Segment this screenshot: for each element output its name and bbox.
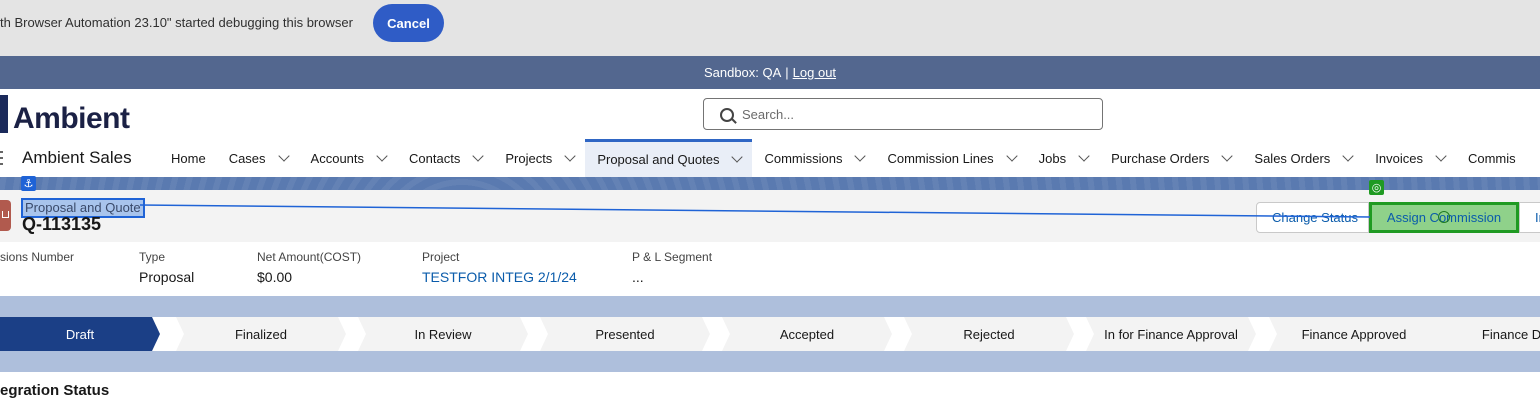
nav-item-label: Home bbox=[171, 150, 206, 166]
project-link[interactable]: TESTFOR INTEG 2/1/24 bbox=[422, 269, 577, 285]
nav-item-label: Sales Orders bbox=[1254, 150, 1331, 166]
nav-item-commission-lines[interactable]: Commission Lines bbox=[875, 139, 1026, 177]
quote-record-icon bbox=[0, 200, 11, 231]
field-label: P & L Segment bbox=[632, 250, 713, 264]
path-step-in-for-finance-approval[interactable]: In for Finance Approval bbox=[1086, 317, 1256, 351]
path-step-accepted[interactable]: Accepted bbox=[722, 317, 892, 351]
path-step-rejected[interactable]: Rejected bbox=[904, 317, 1074, 351]
nav-item-label: Commissions bbox=[764, 150, 843, 166]
app-name: Ambient Sales bbox=[22, 148, 132, 167]
nav-item-sales-orders[interactable]: Sales Orders bbox=[1242, 139, 1363, 177]
path-step-label: Finance Di bbox=[1481, 326, 1540, 342]
path-step-label: Presented bbox=[595, 326, 655, 342]
chevron-down-icon[interactable] bbox=[1342, 149, 1354, 162]
chevron-down-icon[interactable] bbox=[1078, 149, 1090, 162]
path-step-label: Accepted bbox=[779, 326, 835, 342]
nav-item-commis[interactable]: Commis bbox=[1456, 139, 1527, 177]
global-search-box[interactable]: Search... bbox=[703, 98, 1103, 130]
nav-item-label: Commission Lines bbox=[887, 150, 994, 166]
sandbox-bar: Sandbox: QA | Log out bbox=[0, 56, 1540, 89]
path-step-label: Finance Approved bbox=[1301, 326, 1407, 342]
nav-item-purchase-orders[interactable]: Purchase Orders bbox=[1099, 139, 1242, 177]
record-actions: Change Status Assign Commission Ir bbox=[1256, 202, 1540, 233]
nav-item-accounts[interactable]: Accounts bbox=[299, 139, 397, 177]
chevron-down-icon[interactable] bbox=[564, 149, 576, 162]
nav-item-label: Accounts bbox=[310, 150, 365, 166]
chevron-down-icon[interactable] bbox=[1435, 149, 1447, 162]
chevron-down-icon[interactable] bbox=[731, 151, 744, 163]
chevron-down-icon[interactable] bbox=[376, 149, 388, 162]
field-label: Project bbox=[422, 250, 460, 264]
chevron-down-icon[interactable] bbox=[277, 149, 290, 162]
path-step-label: Finalized bbox=[234, 326, 288, 342]
path-step-draft[interactable]: Draft bbox=[0, 317, 160, 351]
anchor-icon: ⚓ bbox=[21, 176, 36, 191]
nav-item-label: Invoices bbox=[1375, 150, 1423, 166]
search-icon bbox=[720, 108, 734, 122]
path-step-in-review[interactable]: In Review bbox=[358, 317, 528, 351]
highlight-field: P & L Segment... bbox=[632, 250, 712, 285]
nav-item-contacts[interactable]: Contacts bbox=[397, 139, 493, 177]
nav-item-projects[interactable]: Projects bbox=[493, 139, 585, 177]
chevron-down-icon[interactable] bbox=[1221, 149, 1234, 162]
nav-item-label: Projects bbox=[505, 150, 553, 166]
global-header: Ambient Search... Ambient Sales Home Case… bbox=[0, 89, 1540, 177]
logout-link[interactable]: Log out bbox=[793, 65, 836, 80]
path-step-label: In for Finance Approval bbox=[1104, 326, 1238, 342]
highlight-field: Net Amount(COST) $0.00 bbox=[257, 250, 361, 285]
path-step-finance-di[interactable]: Finance Di bbox=[1428, 317, 1540, 351]
status-path: Draft Finalized In Review Presented Accepted… bbox=[0, 317, 1540, 351]
nav-item-label: Contacts bbox=[409, 150, 461, 166]
record-highlights-panel: Proposal and Quote Q-113135 Change Statu… bbox=[0, 190, 1540, 296]
path-step-label: Rejected bbox=[963, 326, 1015, 342]
nav-item-label: Jobs bbox=[1038, 150, 1067, 166]
nav-item-proposal-and-quotes[interactable]: Proposal and Quotes bbox=[585, 139, 753, 177]
field-label: sions Number bbox=[0, 250, 75, 264]
logo-mark bbox=[0, 95, 8, 133]
path-step-presented[interactable]: Presented bbox=[540, 317, 710, 351]
path-step-finance-approved[interactable]: Finance Approved bbox=[1269, 317, 1439, 351]
field-label: Type bbox=[139, 250, 166, 264]
debugging-message: th Browser Automation 23.10" started deb… bbox=[0, 15, 353, 30]
crosshair-icon bbox=[1438, 211, 1450, 223]
change-status-button[interactable]: Change Status bbox=[1256, 202, 1369, 233]
sandbox-separator: | bbox=[785, 65, 789, 80]
cancel-debugging-button[interactable]: Cancel bbox=[373, 4, 444, 42]
field-value: Proposal bbox=[139, 269, 195, 285]
chevron-down-icon[interactable] bbox=[472, 149, 485, 162]
field-value: ... bbox=[632, 269, 644, 285]
ambient-logo[interactable]: Ambient bbox=[13, 102, 130, 136]
path-step-label: In Review bbox=[414, 326, 472, 342]
nav-item-invoices[interactable]: Invoices bbox=[1363, 139, 1456, 177]
field-label: Net Amount(COST) bbox=[257, 250, 362, 264]
nav-item-label: Proposal and Quotes bbox=[597, 152, 720, 167]
chevron-down-icon[interactable] bbox=[854, 149, 867, 162]
navigation-bar: Home Cases Accounts Contacts Projects Proposa… bbox=[159, 139, 1527, 177]
integration-status-section: egration Status bbox=[0, 372, 1540, 410]
nav-item-commissions[interactable]: Commissions bbox=[752, 139, 875, 177]
nav-item-jobs[interactable]: Jobs bbox=[1027, 139, 1099, 177]
highlight-field: sions Number bbox=[0, 250, 74, 269]
record-header: Proposal and Quote Q-113135 Change Statu… bbox=[0, 190, 1540, 242]
nav-item-home[interactable]: Home bbox=[159, 139, 217, 177]
highlight-field: Type Proposal bbox=[139, 250, 194, 285]
search-input[interactable]: Search... bbox=[742, 107, 794, 122]
more-actions-button[interactable]: Ir bbox=[1519, 202, 1540, 233]
target-icon: ◎ bbox=[1369, 180, 1384, 195]
app-launcher-icon[interactable] bbox=[0, 151, 3, 167]
record-name: Q-113135 bbox=[22, 214, 102, 234]
nav-item-label: Purchase Orders bbox=[1111, 150, 1210, 166]
sandbox-label: Sandbox: QA bbox=[703, 65, 782, 80]
field-value: $0.00 bbox=[257, 269, 293, 285]
path-step-label: Draft bbox=[65, 326, 95, 342]
nav-item-label: Cases bbox=[228, 150, 266, 166]
nav-item-label: Commis bbox=[1467, 150, 1516, 166]
section-title: egration Status bbox=[0, 382, 110, 399]
chevron-down-icon[interactable] bbox=[1006, 149, 1018, 162]
highlight-field: Project TESTFOR INTEG 2/1/24 bbox=[422, 250, 577, 285]
nav-item-cases[interactable]: Cases bbox=[217, 139, 299, 177]
path-step-finalized[interactable]: Finalized bbox=[176, 317, 346, 351]
debugging-banner: th Browser Automation 23.10" started deb… bbox=[0, 0, 1540, 56]
